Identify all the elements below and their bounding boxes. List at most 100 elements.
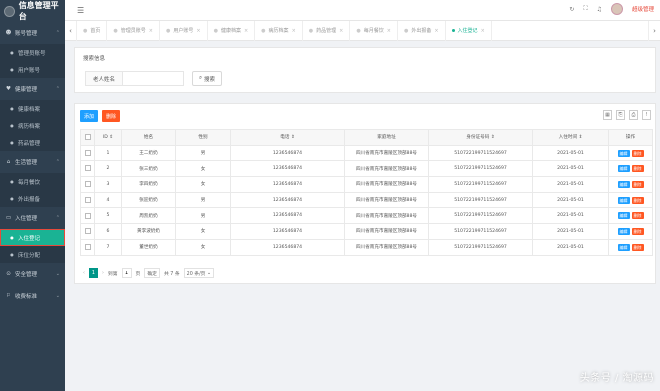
tab-dot-icon: ●: [165, 27, 171, 34]
column-header[interactable]: ID ⇕: [94, 129, 122, 146]
row-checkbox[interactable]: [80, 223, 95, 240]
menu-toggle-icon[interactable]: ☰: [77, 6, 91, 15]
tab-2[interactable]: ● 用户账号 ×: [160, 20, 208, 41]
delete-button[interactable]: 删除: [631, 243, 644, 251]
export-icon[interactable]: ⎘: [616, 110, 625, 120]
add-button[interactable]: 添加: [80, 110, 99, 122]
columns-icon[interactable]: ▦: [603, 110, 612, 120]
tab-8[interactable]: 入住登记 ×: [446, 20, 492, 41]
sidebar-group-3[interactable]: ▭ 入住管理 ⌃: [0, 207, 65, 229]
search-button[interactable]: ⌕ 搜索: [192, 71, 222, 86]
tabs: ● 首页 ● 管理员账号 × ● 用户账号 × ● 健康档案 × ● 病历档案 × ● 药品管理 × ● 每月餐饮 ×…: [77, 20, 648, 41]
sidebar-item-0-0[interactable]: ● 管理员账号: [0, 44, 65, 61]
batch-delete-button[interactable]: 删除: [102, 110, 121, 122]
table-cell: 510722199711524697: [428, 191, 533, 209]
column-header[interactable]: 身份证号码 ⇕: [428, 129, 533, 146]
column-header[interactable]: 电话 ⇕: [230, 129, 345, 146]
close-icon[interactable]: ×: [196, 28, 200, 34]
pagination: ‹ 1 › 到第 页 确定 共 7 条 20 条/页 ⌄: [83, 268, 215, 278]
delete-button[interactable]: 删除: [631, 212, 644, 220]
delete-button[interactable]: 删除: [631, 149, 644, 157]
edit-button[interactable]: 编辑: [617, 149, 630, 157]
name-label: 老人姓名: [85, 71, 123, 86]
close-icon[interactable]: ×: [149, 28, 153, 34]
tab-0[interactable]: ● 首页: [77, 20, 108, 41]
sidebar-item-1-1[interactable]: ● 病历档案: [0, 117, 65, 134]
close-icon[interactable]: ×: [434, 28, 438, 34]
delete-button[interactable]: 删除: [631, 196, 644, 204]
search-icon: ⌕: [198, 75, 203, 81]
table-cell: 510722199711524697: [428, 223, 533, 240]
sidebar-group-0[interactable]: ☻ 账号管理 ⌃: [0, 22, 65, 44]
sidebar-item-2-1[interactable]: ● 外出报备: [0, 190, 65, 207]
prev-page-icon[interactable]: ‹: [83, 271, 85, 276]
close-icon[interactable]: ×: [244, 28, 248, 34]
table-cell: 女: [175, 160, 231, 178]
print-icon[interactable]: ⎙: [629, 110, 638, 120]
sidebar-item-label: 入住登记: [18, 235, 41, 242]
delete-button[interactable]: 删除: [631, 165, 644, 173]
info-icon[interactable]: !: [642, 110, 651, 120]
sidebar-item-0-1[interactable]: ● 用户账号: [0, 61, 65, 78]
refresh-icon[interactable]: ↻: [569, 6, 574, 13]
tab-6[interactable]: ● 每月餐饮 ×: [350, 20, 398, 41]
sidebar-item-label: 病历档案: [18, 123, 41, 130]
sidebar-group-1[interactable]: ♥ 健康管理 ⌃: [0, 78, 65, 100]
username[interactable]: 超级管理: [632, 5, 654, 13]
bell-icon[interactable]: ♫: [597, 6, 602, 13]
page-number[interactable]: 1: [88, 268, 98, 278]
edit-button[interactable]: 编辑: [617, 180, 630, 188]
sidebar-menu: ☻ 账号管理 ⌃ ● 管理员账号 ● 用户账号 ♥ 健康管理 ⌃ ● 健康档案 ● 病历档案 ● 药品管理 ⌂ 生…: [0, 22, 65, 307]
chevron-icon: ⌃: [55, 30, 60, 36]
close-icon[interactable]: ×: [387, 28, 391, 34]
tab-4[interactable]: ● 病历档案 ×: [255, 20, 303, 41]
row-checkbox[interactable]: [80, 191, 95, 209]
row-checkbox[interactable]: [80, 238, 95, 256]
edit-button[interactable]: 编辑: [617, 196, 630, 204]
sidebar-item-2-0[interactable]: ● 每月餐饮: [0, 173, 65, 190]
tab-1[interactable]: ● 管理员账号 ×: [107, 20, 160, 41]
table-cell: 1236546874: [230, 207, 345, 225]
row-checkbox[interactable]: [80, 160, 95, 178]
table-cell: 男: [175, 144, 231, 162]
sidebar-item-3-1[interactable]: ● 床位分配: [0, 246, 65, 263]
tab-3[interactable]: ● 健康档案 ×: [208, 20, 256, 41]
sidebar-item-3-0[interactable]: ● 入住登记: [0, 229, 65, 246]
edit-button[interactable]: 编辑: [617, 243, 630, 251]
tab-5[interactable]: ● 药品管理 ×: [303, 20, 351, 41]
sidebar-group-5[interactable]: ⚐ 收费标准 ⌄: [0, 285, 65, 307]
table-cell: 2021-05-01: [532, 160, 609, 178]
edit-button[interactable]: 编辑: [617, 165, 630, 173]
goto-label: 到第: [107, 271, 118, 277]
close-icon[interactable]: ×: [481, 28, 485, 34]
close-icon[interactable]: ×: [292, 28, 296, 34]
sidebar-item-1-0[interactable]: ● 健康档案: [0, 100, 65, 117]
sidebar-group-4[interactable]: ⊙ 安全管理 ⌄: [0, 263, 65, 285]
sidebar-group-2[interactable]: ⌂ 生活管理 ⌃: [0, 151, 65, 173]
edit-button[interactable]: 编辑: [617, 212, 630, 220]
name-search-input[interactable]: [122, 71, 184, 86]
tab-scroll-left-icon[interactable]: ‹: [65, 20, 77, 41]
select-all-checkbox[interactable]: [80, 129, 95, 146]
delete-button[interactable]: 删除: [631, 180, 644, 188]
column-header: 姓名: [121, 129, 176, 146]
row-checkbox[interactable]: [80, 176, 95, 193]
table-cell: 四川省南充市嘉陵区顶部88号: [344, 176, 429, 193]
row-checkbox[interactable]: [80, 207, 95, 225]
next-page-icon[interactable]: ›: [102, 271, 104, 276]
fullscreen-icon[interactable]: ⛶: [583, 5, 587, 13]
table-cell: 2021-05-01: [532, 176, 609, 193]
column-header[interactable]: 入住时间 ⇕: [532, 129, 609, 146]
close-icon[interactable]: ×: [339, 28, 343, 34]
avatar[interactable]: [610, 3, 623, 15]
tab-scroll-right-icon[interactable]: ›: [648, 20, 660, 41]
bullet-icon: ●: [10, 123, 14, 128]
row-checkbox[interactable]: [80, 144, 95, 162]
page-size-select[interactable]: 20 条/页 ⌄: [183, 268, 215, 278]
delete-button[interactable]: 删除: [631, 227, 644, 235]
confirm-page-button[interactable]: 确定: [144, 268, 160, 278]
edit-button[interactable]: 编辑: [617, 227, 630, 235]
page-input[interactable]: [121, 268, 132, 278]
tab-7[interactable]: ● 外出报备 ×: [398, 20, 446, 41]
sidebar-item-1-2[interactable]: ● 药品管理: [0, 134, 65, 151]
